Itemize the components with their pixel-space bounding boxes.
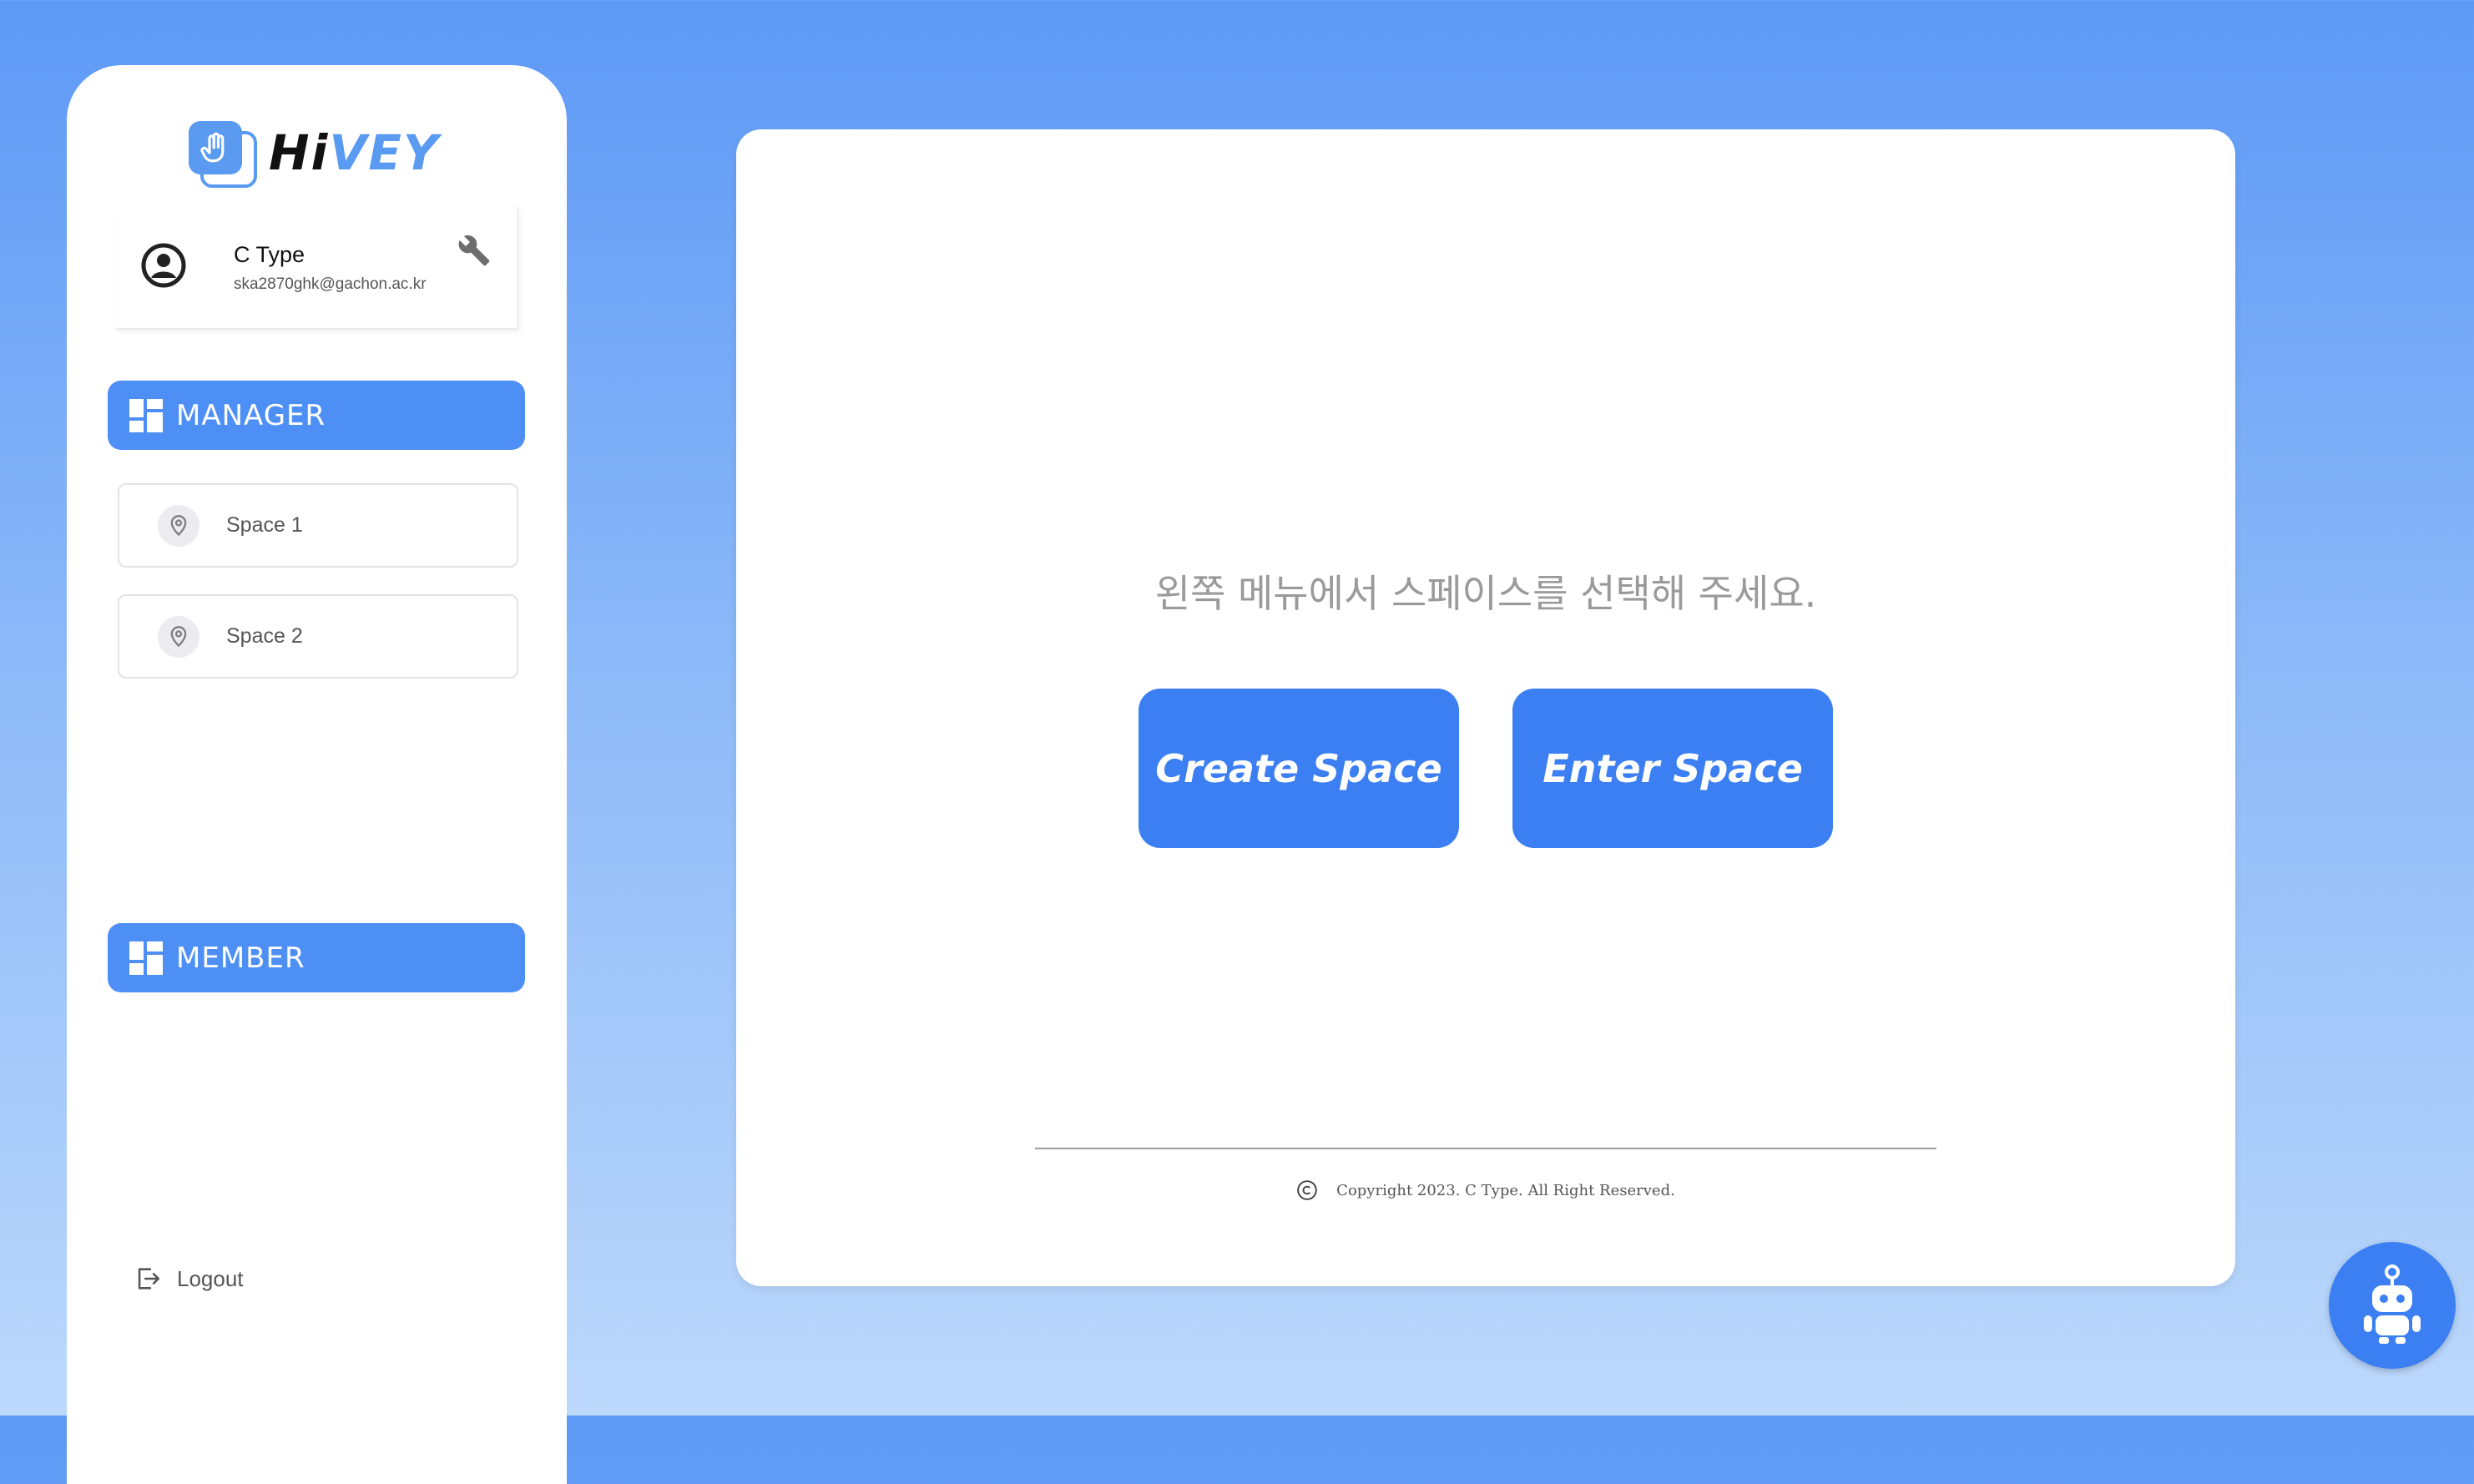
- robot-icon: [2364, 1264, 2421, 1344]
- space-label: Space 2: [226, 624, 303, 648]
- sidebar-item-space-2[interactable]: Space 2: [118, 594, 518, 679]
- logout-button[interactable]: Logout: [134, 1264, 244, 1293]
- profile-email: ska2870ghk@gachon.ac.kr: [234, 275, 427, 293]
- dashboard-grid-icon: [129, 941, 163, 975]
- member-section-button[interactable]: MEMBER: [108, 923, 525, 992]
- dashboard-grid-icon: [129, 398, 163, 432]
- copyright-icon: [1297, 1180, 1317, 1200]
- logout-label: Logout: [177, 1265, 244, 1291]
- location-pin-icon: [158, 504, 199, 547]
- user-circle-icon: [141, 243, 186, 288]
- copyright-footer: Copyright 2023. C Type. All Right Reserv…: [736, 1179, 2235, 1201]
- footer-divider: [1035, 1148, 1936, 1149]
- brand-part-2: VEY: [329, 124, 440, 181]
- sidebar: HiVEY C Type ska2870ghk@gachon.ac.kr MAN…: [67, 65, 567, 1484]
- create-space-button[interactable]: Create Space: [1139, 689, 1459, 848]
- app-name: HiVEY: [269, 124, 440, 181]
- enter-space-label: Enter Space: [1542, 745, 1803, 791]
- enter-space-button[interactable]: Enter Space: [1512, 689, 1833, 848]
- chatbot-button[interactable]: [2329, 1242, 2456, 1369]
- profile-card: C Type ska2870ghk@gachon.ac.kr: [115, 207, 518, 330]
- sidebar-item-space-1[interactable]: Space 1: [118, 483, 518, 568]
- logout-icon: [138, 1268, 160, 1290]
- manager-label: MANAGER: [176, 398, 326, 432]
- hand-icon: [189, 121, 257, 188]
- profile-name: C Type: [234, 242, 305, 267]
- location-pin-icon: [158, 615, 199, 658]
- member-label: MEMBER: [176, 941, 305, 975]
- copyright-text: Copyright 2023. C Type. All Right Reserv…: [1336, 1181, 1675, 1199]
- brand-part-1: Hi: [269, 124, 330, 181]
- wrench-icon[interactable]: [457, 234, 491, 267]
- create-space-label: Create Space: [1155, 745, 1442, 791]
- app-logo[interactable]: HiVEY: [189, 117, 440, 189]
- main-panel: 왼쪽 메뉴에서 스페이스를 선택해 주세요. Create Space Ente…: [736, 129, 2235, 1286]
- select-space-prompt: 왼쪽 메뉴에서 스페이스를 선택해 주세요.: [1154, 571, 1817, 616]
- space-label: Space 1: [226, 513, 303, 537]
- manager-section-button[interactable]: MANAGER: [108, 381, 525, 450]
